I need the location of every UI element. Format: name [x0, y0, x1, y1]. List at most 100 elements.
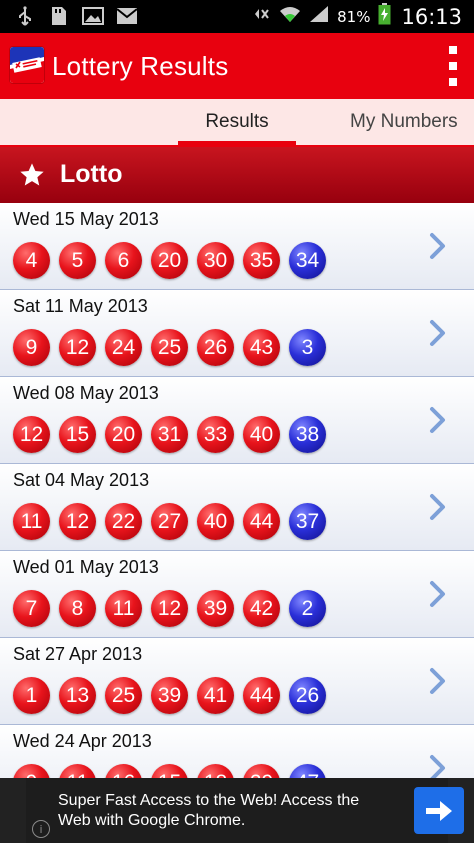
info-icon[interactable]: i: [32, 820, 50, 838]
battery-charging-icon: [378, 3, 391, 30]
lotto-ball: 9: [13, 764, 50, 778]
lotto-ball: 12: [59, 329, 96, 366]
lottery-results-logo[interactable]: [10, 47, 44, 83]
signal-icon: [309, 5, 329, 28]
draw-row[interactable]: Wed 01 May 2013 7 8 11 12 39 42 2: [0, 551, 474, 638]
lotto-ball: 5: [59, 242, 96, 279]
draw-date: Wed 24 Apr 2013: [13, 731, 152, 751]
bonus-ball: 34: [289, 242, 326, 279]
lotto-ball: 26: [197, 329, 234, 366]
lotto-ball: 11: [13, 503, 50, 540]
lotto-ball: 1: [13, 677, 50, 714]
lotto-ball: 35: [243, 242, 280, 279]
tab-bar: Results My Numbers: [0, 99, 474, 147]
tab-results[interactable]: Results: [178, 99, 296, 145]
selected-tab-indicator: [178, 141, 296, 145]
usb-icon: [14, 6, 36, 26]
draw-date: Wed 08 May 2013: [13, 383, 159, 403]
lotto-ball: 31: [151, 416, 188, 453]
lotto-ball: 33: [197, 416, 234, 453]
action-bar: Lottery Results: [0, 33, 474, 99]
arrow-right-icon[interactable]: [414, 787, 464, 834]
draw-date: Wed 01 May 2013: [13, 557, 159, 577]
lotto-ball: 9: [13, 329, 50, 366]
lotto-ball: 27: [151, 503, 188, 540]
bonus-ball: 3: [289, 329, 326, 366]
ad-text: Super Fast Access to the Web! Access the…: [58, 792, 360, 829]
draw-date: Sat 27 Apr 2013: [13, 644, 143, 664]
clock: 16:13: [401, 4, 462, 29]
lotto-ball: 12: [151, 590, 188, 627]
lotto-ball: 15: [59, 416, 96, 453]
results-list: Wed 15 May 2013 4 5 6 20 30 35 34 Sat 11 May 2…: [0, 203, 474, 778]
lotto-ball: 29: [243, 764, 280, 778]
lotto-ball: 40: [243, 416, 280, 453]
lotto-ball: 24: [105, 329, 142, 366]
lotto-ball: 42: [243, 590, 280, 627]
tab-my-numbers-label: My Numbers: [350, 111, 458, 132]
lotto-ball: 20: [151, 242, 188, 279]
chevron-right-icon: [428, 318, 448, 348]
bonus-ball: 47: [289, 764, 326, 778]
lotto-ball: 39: [151, 677, 188, 714]
lotto-ball: 20: [105, 416, 142, 453]
chevron-right-icon: [428, 231, 448, 261]
lotto-ball: 39: [197, 590, 234, 627]
bonus-ball: 38: [289, 416, 326, 453]
tab-results-label: Results: [205, 111, 269, 132]
silent-icon: [249, 5, 271, 28]
lotto-ball: 18: [197, 764, 234, 778]
draw-date: Sat 04 May 2013: [13, 470, 150, 490]
lotto-ball: 12: [59, 503, 96, 540]
gmail-icon: [116, 6, 138, 26]
draw-row[interactable]: Wed 15 May 2013 4 5 6 20 30 35 34: [0, 203, 474, 290]
lotto-ball: 16: [105, 764, 142, 778]
lotto-ball: 40: [197, 503, 234, 540]
chevron-right-icon: [428, 666, 448, 696]
draw-row[interactable]: Wed 08 May 2013 12 15 20 31 33 40 38: [0, 377, 474, 464]
lotto-ball: 25: [105, 677, 142, 714]
draw-date: Sat 11 May 2013: [13, 296, 148, 316]
lotto-ball: 15: [151, 764, 188, 778]
wifi-icon: [279, 5, 301, 28]
overflow-menu-icon[interactable]: [446, 46, 460, 86]
lotto-ball: 6: [105, 242, 142, 279]
chevron-right-icon: [428, 579, 448, 609]
lotto-ball: 41: [197, 677, 234, 714]
ad-banner: Super Fast Access to the Web! Access the…: [0, 778, 474, 843]
lotto-ball: 13: [59, 677, 96, 714]
lotto-ball: 7: [13, 590, 50, 627]
lotto-ball: 30: [197, 242, 234, 279]
ad-content[interactable]: Super Fast Access to the Web! Access the…: [26, 778, 464, 843]
star-icon[interactable]: [18, 161, 46, 189]
app-title: Lottery Results: [52, 51, 229, 81]
chevron-right-icon: [428, 405, 448, 435]
image-icon: [82, 6, 104, 26]
lotto-ball: 4: [13, 242, 50, 279]
lotto-ball: 25: [151, 329, 188, 366]
lotto-ball: 44: [243, 677, 280, 714]
chevron-right-icon: [428, 492, 448, 522]
tab-my-numbers[interactable]: My Numbers: [350, 99, 474, 145]
lotto-ball: 8: [59, 590, 96, 627]
sd-card-icon: [48, 6, 70, 26]
status-bar: 81% 16:13: [0, 0, 474, 33]
chevron-right-icon: [428, 753, 448, 778]
section-header: Lotto: [0, 147, 474, 203]
battery-percent: 81%: [337, 7, 371, 26]
lotto-ball: 11: [105, 590, 142, 627]
draw-row[interactable]: Sat 11 May 2013 9 12 24 25 26 43 3: [0, 290, 474, 377]
bonus-ball: 37: [289, 503, 326, 540]
draw-row[interactable]: Sat 27 Apr 2013 1 13 25 39 41 44 26: [0, 638, 474, 725]
lotto-ball: 11: [59, 764, 96, 778]
lotto-ball: 22: [105, 503, 142, 540]
bonus-ball: 2: [289, 590, 326, 627]
draw-row[interactable]: Sat 04 May 2013 11 12 22 27 40 44 37: [0, 464, 474, 551]
lotto-ball: 43: [243, 329, 280, 366]
lotto-ball: 44: [243, 503, 280, 540]
bonus-ball: 26: [289, 677, 326, 714]
draw-date: Wed 15 May 2013: [13, 209, 159, 229]
draw-row[interactable]: Wed 24 Apr 2013 9 11 16 15 18 29 47: [0, 725, 474, 778]
lotto-ball: 12: [13, 416, 50, 453]
section-title: Lotto: [60, 160, 123, 188]
